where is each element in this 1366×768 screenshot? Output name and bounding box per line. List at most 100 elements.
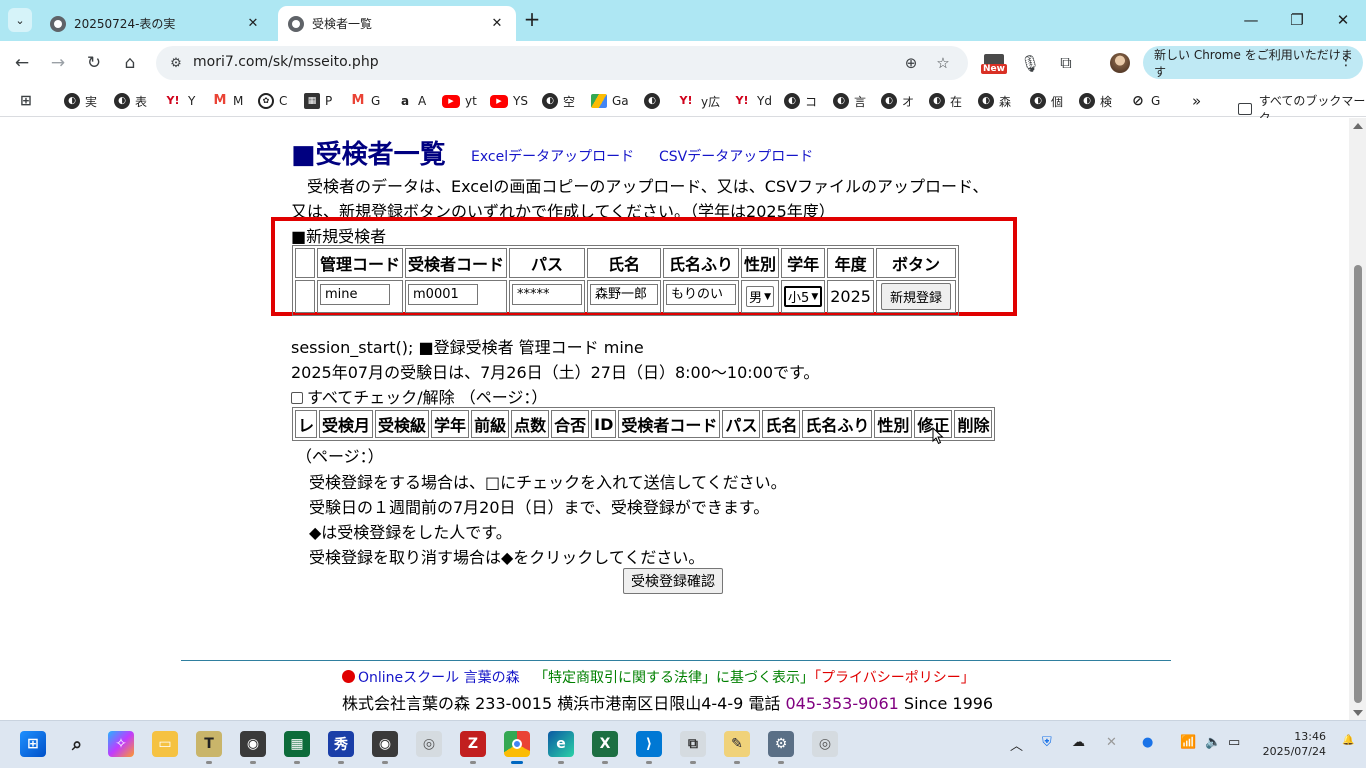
cloud-offline-icon[interactable]: ☁ — [1072, 735, 1085, 750]
confirm-registration-button[interactable]: 受検登録確認 — [623, 568, 723, 594]
taskbar-clock[interactable]: 13:46 2025/07/24 — [1262, 729, 1326, 759]
check-all-checkbox[interactable] — [291, 392, 303, 404]
bookmark-9[interactable]: ▶ yt — [442, 92, 477, 110]
bookmark-21[interactable]: ◐ 個 — [1030, 92, 1063, 110]
zoom-icon[interactable]: ⊕ — [900, 52, 922, 74]
bookmark-10[interactable]: ▶ YS — [490, 92, 528, 110]
bookmark-14[interactable]: Y! y広 — [676, 92, 721, 110]
address-bar[interactable]: ⚙ mori7.com/sk/msseito.php ⊕ ☆ — [156, 46, 968, 80]
minimize-icon[interactable]: — — [1228, 0, 1274, 40]
url-text[interactable]: mori7.com/sk/msseito.php — [193, 54, 379, 70]
scroll-down-arrow-icon[interactable] — [1353, 710, 1363, 716]
bookmark-5[interactable]: ✿ C — [258, 92, 287, 110]
gender-select[interactable]: 男 ▼ — [746, 286, 774, 307]
restore-icon[interactable]: ❐ — [1274, 0, 1320, 40]
cloud-sync-icon[interactable]: ● — [1142, 735, 1153, 750]
commercial-law-link[interactable]: 「特定商取引に関する法律」に基づく表示」 — [534, 670, 814, 686]
bookmark-13[interactable]: ◐ — [644, 92, 665, 110]
tab-2-active[interactable]: 受検者一覧 ✕ — [278, 6, 516, 41]
more-menu-icon[interactable]: ⋮ — [1339, 53, 1353, 69]
csv-upload-link[interactable]: CSVデータアップロード — [659, 146, 813, 166]
close-tab-icon[interactable]: ✕ — [242, 16, 264, 31]
admin-code-input[interactable]: mine — [320, 284, 390, 305]
vscode-icon[interactable]: ⟩ — [636, 731, 662, 764]
profile-avatar[interactable] — [1110, 53, 1130, 73]
bookmark-17[interactable]: ◐ 言 — [833, 92, 866, 110]
filezilla-icon[interactable]: Z — [460, 731, 486, 764]
webcam-icon[interactable]: ◉ — [372, 731, 398, 764]
examinee-code-input[interactable]: m0001 — [408, 284, 479, 305]
script-app-icon[interactable]: 秀 — [328, 731, 354, 764]
site-info-icon[interactable]: ⚙ — [164, 51, 188, 75]
bookmark-7[interactable]: MG — [350, 92, 381, 110]
file-explorer-icon[interactable]: ▭ — [152, 731, 178, 757]
bookmark-22[interactable]: ◐ 検 — [1079, 92, 1112, 110]
bookmark-star-icon[interactable]: ☆ — [932, 52, 954, 74]
security-shield-icon[interactable]: ⛨ — [1042, 735, 1052, 750]
bookmark-2[interactable]: ◐ 表 — [114, 92, 147, 110]
vertical-scrollbar[interactable] — [1349, 118, 1366, 720]
extensions-icon[interactable]: ⧉ — [1053, 50, 1079, 76]
privacy-policy-link[interactable]: 「プライバシーポリシー」 — [814, 670, 975, 686]
bookmark-16[interactable]: ◐ コ — [784, 92, 817, 110]
bookmark-19[interactable]: ◐ 在 — [929, 92, 962, 110]
bookmark-23[interactable]: ⊘ G — [1130, 92, 1160, 110]
tab-search-chevron-icon[interactable]: ⌄ — [8, 8, 32, 32]
reload-icon[interactable]: ↻ — [80, 49, 108, 77]
bookmark-18[interactable]: ◐ オ — [881, 92, 914, 110]
page-label: （ページ：） — [296, 447, 384, 466]
phone-link[interactable]: 045-353-9061 — [785, 694, 898, 713]
online-school-link[interactable]: Onlineスクール 言葉の森 — [358, 670, 520, 686]
tool-x-icon[interactable]: ✕ — [1106, 735, 1117, 750]
search-icon[interactable]: ⌕ — [64, 731, 90, 757]
tab-1[interactable]: 20250724-表の実 ✕ — [40, 6, 272, 41]
webcam-viewer-icon[interactable]: ◎ — [812, 731, 838, 757]
grade-select[interactable]: 小5 ▼ — [784, 286, 823, 307]
bookmark-20[interactable]: ◐ 森 — [978, 92, 1011, 110]
network-tool-icon[interactable]: ⧉ — [680, 731, 706, 764]
volume-icon[interactable]: 🔈 — [1205, 735, 1221, 750]
bookmark-1[interactable]: ◐ 実 — [64, 92, 97, 110]
bookmark-4[interactable]: MM — [212, 92, 244, 110]
register-button[interactable]: 新規登録 — [880, 283, 951, 310]
microphone-icon[interactable]: 🎙 — [1017, 50, 1043, 76]
notepad-icon[interactable]: T — [196, 731, 222, 764]
editor-pen-icon[interactable]: ✎ — [724, 731, 750, 764]
edge-icon[interactable]: e — [548, 731, 574, 764]
bookmark-15[interactable]: Y! Yd — [732, 92, 772, 110]
forward-icon[interactable]: → — [44, 49, 72, 77]
bookmark-11[interactable]: ◐ 空 — [542, 92, 575, 110]
excel-upload-link[interactable]: Excelデータアップロード — [471, 146, 634, 166]
close-tab-icon[interactable]: ✕ — [486, 16, 508, 31]
scroll-up-arrow-icon[interactable] — [1353, 123, 1363, 129]
excel-icon[interactable]: X — [592, 731, 618, 764]
more-bookmarks-chevron-icon[interactable]: » — [1192, 92, 1201, 110]
back-icon[interactable]: ← — [8, 49, 36, 77]
new-feature-icon[interactable]: New — [981, 54, 1007, 76]
bookmark-8[interactable]: aA — [397, 92, 426, 110]
new-tab-button[interactable]: + — [520, 8, 544, 32]
camera-app-icon[interactable]: ◉ — [240, 731, 266, 764]
home-icon[interactable]: ⌂ — [116, 49, 144, 77]
bookmark-6[interactable]: ▦ P — [304, 92, 332, 110]
apps-grid-icon[interactable]: ⊞ — [18, 92, 39, 110]
bookmark-12[interactable]: Ga — [591, 92, 629, 110]
camera-viewer-icon[interactable]: ◎ — [416, 731, 442, 757]
tray-chevron-up-icon[interactable]: ︿ — [1010, 735, 1023, 754]
scroll-thumb[interactable] — [1354, 265, 1362, 703]
name-input[interactable]: 森野一郎 — [590, 284, 659, 305]
battery-icon[interactable]: ▭ — [1228, 735, 1240, 750]
wifi-icon[interactable]: 📶 — [1180, 735, 1196, 750]
close-window-icon[interactable]: ✕ — [1320, 0, 1366, 40]
password-input[interactable]: ***** — [512, 284, 583, 305]
name-kana-input[interactable]: もりのい — [666, 284, 737, 305]
bookmark-3[interactable]: Y! Y — [163, 92, 196, 110]
copilot-icon[interactable]: ✧ — [108, 731, 134, 757]
notification-bell-icon[interactable]: 🔔 — [1342, 735, 1354, 746]
settings-gear-icon[interactable]: ⚙ — [768, 731, 794, 764]
chrome-update-button[interactable]: 新しい Chrome をご利用いただけます ⋮ — [1143, 46, 1363, 79]
chrome-icon[interactable] — [504, 731, 530, 764]
start-windows-icon[interactable]: ⊞ — [20, 731, 46, 757]
board-app-icon[interactable]: ▦ — [284, 731, 310, 764]
check-all-label[interactable]: すべてチェック/解除 （ページ：） — [307, 388, 547, 407]
